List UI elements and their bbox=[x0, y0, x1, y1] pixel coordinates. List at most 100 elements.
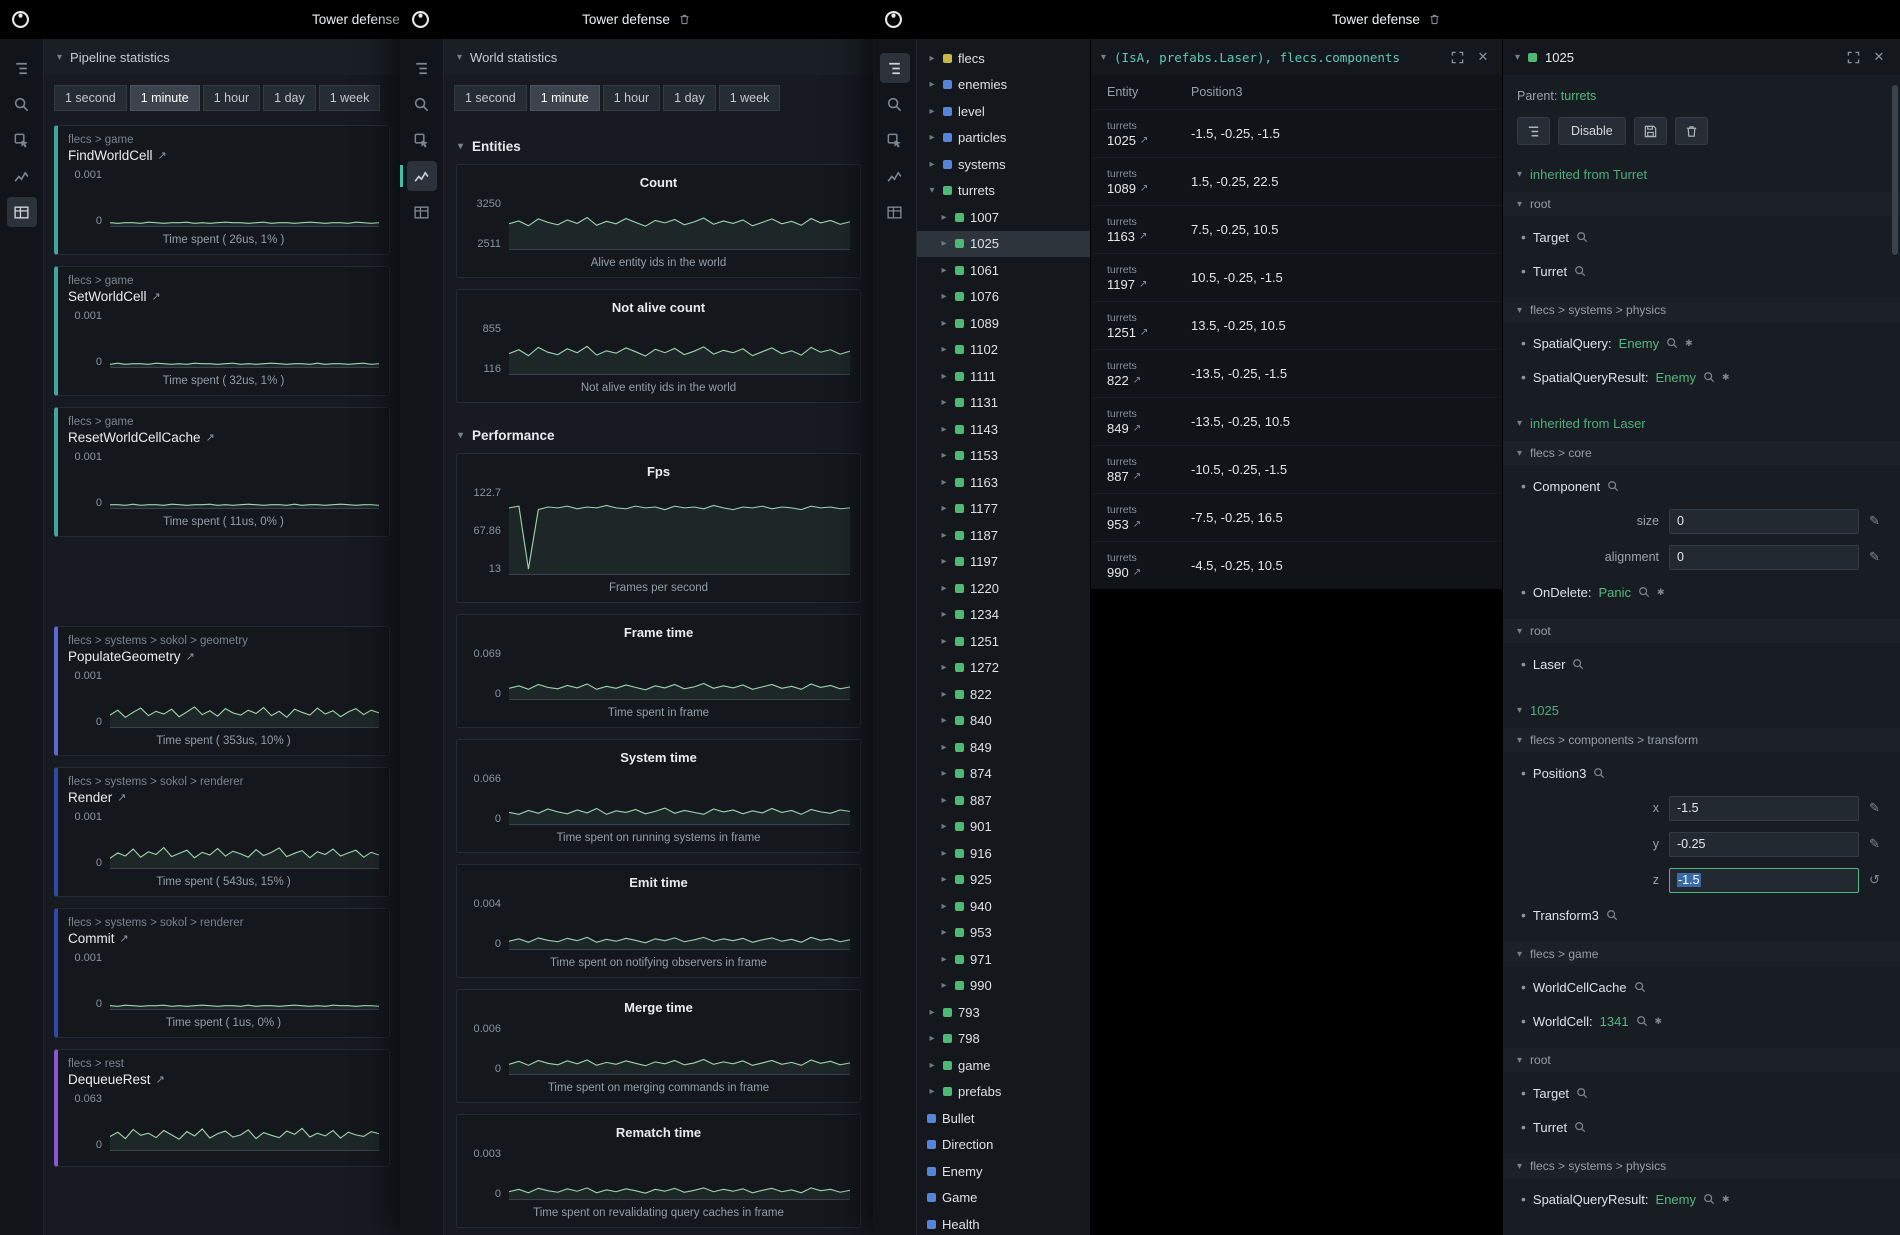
tree-item-953[interactable]: ▸953 bbox=[917, 920, 1090, 947]
delete-button[interactable] bbox=[1675, 117, 1708, 145]
query-result-row[interactable]: turrets1025↗-1.5, -0.25, -1.5 bbox=[1091, 109, 1502, 157]
tree-caret-icon[interactable]: ▸ bbox=[939, 556, 949, 567]
tree-caret-icon[interactable]: ▸ bbox=[927, 159, 937, 170]
search-icon[interactable] bbox=[1574, 1121, 1586, 1133]
tree-item-849[interactable]: ▸849 bbox=[917, 734, 1090, 761]
range-button-1-hour[interactable]: 1 hour bbox=[603, 85, 660, 111]
tree-item-1007[interactable]: ▸1007 bbox=[917, 204, 1090, 231]
tree-caret-icon[interactable]: ▸ bbox=[939, 530, 949, 541]
tree-caret-icon[interactable]: ▸ bbox=[927, 1033, 937, 1044]
tree-item-887[interactable]: ▸887 bbox=[917, 787, 1090, 814]
tree-item-940[interactable]: ▸940 bbox=[917, 893, 1090, 920]
tree-caret-icon[interactable]: ▸ bbox=[939, 503, 949, 514]
tree-caret-icon[interactable]: ▸ bbox=[927, 53, 937, 64]
tree-caret-icon[interactable]: ▸ bbox=[939, 477, 949, 488]
query-result-row[interactable]: turrets822↗-13.5, -0.25, -1.5 bbox=[1091, 349, 1502, 397]
tree-item-Enemy[interactable]: Enemy bbox=[917, 1158, 1090, 1185]
follow-icon[interactable]: ✱ bbox=[1685, 338, 1693, 349]
open-chart-icon[interactable]: ↗ bbox=[117, 791, 126, 804]
open-entity-icon[interactable]: ↗ bbox=[1133, 567, 1141, 578]
tree-item-Game[interactable]: Game bbox=[917, 1185, 1090, 1212]
component-value-link[interactable]: Panic bbox=[1598, 585, 1631, 600]
tree-item-1234[interactable]: ▸1234 bbox=[917, 602, 1090, 629]
tree-item-prefabs[interactable]: ▸prefabs bbox=[917, 1079, 1090, 1106]
search-icon[interactable] bbox=[1574, 265, 1586, 277]
field-input-x[interactable]: -1.5 bbox=[1669, 796, 1859, 821]
module-path-header[interactable]: ▾flecs > game bbox=[1503, 942, 1900, 966]
component-list-button[interactable] bbox=[1517, 117, 1550, 145]
chart-view-icon[interactable] bbox=[7, 161, 37, 191]
tree-caret-icon[interactable]: ▾ bbox=[927, 185, 937, 196]
tree-caret-icon[interactable]: ▸ bbox=[939, 318, 949, 329]
tree-caret-icon[interactable]: ▸ bbox=[939, 927, 949, 938]
tree-item-990[interactable]: ▸990 bbox=[917, 973, 1090, 1000]
range-button-1-second[interactable]: 1 second bbox=[454, 85, 527, 111]
tree-item-flecs[interactable]: ▸flecs bbox=[917, 45, 1090, 72]
tree-caret-icon[interactable]: ▸ bbox=[927, 1086, 937, 1097]
search-icon[interactable] bbox=[1576, 231, 1588, 243]
field-input-alignment[interactable]: 0 bbox=[1669, 545, 1859, 570]
query-result-row[interactable]: turrets1163↗7.5, -0.25, 10.5 bbox=[1091, 205, 1502, 253]
tree-item-1143[interactable]: ▸1143 bbox=[917, 416, 1090, 443]
field-input-size[interactable]: 0 bbox=[1669, 509, 1859, 534]
inspector-section-header[interactable]: ▾inherited from Laser bbox=[1517, 416, 1886, 431]
save-button[interactable] bbox=[1634, 117, 1667, 145]
open-entity-icon[interactable]: ↗ bbox=[1133, 423, 1141, 434]
search-icon[interactable] bbox=[1636, 1015, 1648, 1027]
panel-header[interactable]: ▾ Pipeline statistics bbox=[44, 39, 400, 75]
open-entity-icon[interactable]: ↗ bbox=[1139, 279, 1147, 290]
inspector-section-header[interactable]: ▾inherited from Turret bbox=[1517, 167, 1886, 182]
expand-icon[interactable] bbox=[1448, 48, 1466, 66]
open-chart-icon[interactable]: ↗ bbox=[186, 650, 195, 663]
module-path-header[interactable]: ▾flecs > systems > physics bbox=[1503, 298, 1900, 322]
component-value-link[interactable]: Enemy bbox=[1619, 336, 1659, 351]
tree-caret-icon[interactable]: ▸ bbox=[939, 397, 949, 408]
tree-item-1187[interactable]: ▸1187 bbox=[917, 522, 1090, 549]
query-result-row[interactable]: turrets1251↗13.5, -0.25, 10.5 bbox=[1091, 301, 1502, 349]
tree-item-874[interactable]: ▸874 bbox=[917, 761, 1090, 788]
search-icon[interactable] bbox=[880, 89, 910, 119]
search-icon[interactable] bbox=[1606, 909, 1618, 921]
tree-item-793[interactable]: ▸793 bbox=[917, 999, 1090, 1026]
tree-caret-icon[interactable]: ▸ bbox=[939, 742, 949, 753]
open-chart-icon[interactable]: ↗ bbox=[152, 290, 161, 303]
open-entity-icon[interactable]: ↗ bbox=[1140, 183, 1148, 194]
tree-caret-icon[interactable]: ▸ bbox=[939, 212, 949, 223]
open-chart-icon[interactable]: ↗ bbox=[158, 149, 167, 162]
search-icon[interactable] bbox=[1607, 480, 1619, 492]
tree-caret-icon[interactable]: ▸ bbox=[939, 795, 949, 806]
tree-caret-icon[interactable]: ▸ bbox=[939, 848, 949, 859]
tree-caret-icon[interactable]: ▸ bbox=[939, 901, 949, 912]
tree-caret-icon[interactable]: ▸ bbox=[939, 450, 949, 461]
tree-item-1220[interactable]: ▸1220 bbox=[917, 575, 1090, 602]
inspector-section-header[interactable]: ▾1025 bbox=[1517, 703, 1886, 718]
section-header[interactable]: ▾Performance bbox=[444, 414, 873, 453]
search-icon[interactable] bbox=[1666, 337, 1678, 349]
tree-caret-icon[interactable]: ▸ bbox=[927, 1007, 937, 1018]
module-path-header[interactable]: ▾flecs > systems > physics bbox=[1503, 1154, 1900, 1178]
tree-item-1111[interactable]: ▸1111 bbox=[917, 363, 1090, 390]
tree-item-Health[interactable]: Health bbox=[917, 1211, 1090, 1235]
range-button-1-day[interactable]: 1 day bbox=[663, 85, 716, 111]
range-button-1-day[interactable]: 1 day bbox=[263, 85, 316, 111]
tree-caret-icon[interactable]: ▸ bbox=[939, 424, 949, 435]
open-entity-icon[interactable]: ↗ bbox=[1133, 375, 1141, 386]
tree-caret-icon[interactable]: ▸ bbox=[927, 79, 937, 90]
follow-icon[interactable]: ✱ bbox=[1722, 1194, 1730, 1205]
query-result-row[interactable]: turrets887↗-10.5, -0.25, -1.5 bbox=[1091, 445, 1502, 493]
revert-icon[interactable]: ↺ bbox=[1869, 872, 1880, 888]
tree-item-Bullet[interactable]: Bullet bbox=[917, 1105, 1090, 1132]
component-value-link[interactable]: Enemy bbox=[1656, 370, 1696, 385]
open-entity-icon[interactable]: ↗ bbox=[1140, 135, 1148, 146]
tree-item-systems[interactable]: ▸systems bbox=[917, 151, 1090, 178]
open-entity-icon[interactable]: ↗ bbox=[1133, 471, 1141, 482]
tree-item-1197[interactable]: ▸1197 bbox=[917, 549, 1090, 576]
query-result-row[interactable]: turrets990↗-4.5, -0.25, 10.5 bbox=[1091, 541, 1502, 589]
module-path-header[interactable]: ▾flecs > components > transform bbox=[1503, 728, 1900, 752]
module-path-header[interactable]: ▾root bbox=[1503, 619, 1900, 643]
tree-item-1102[interactable]: ▸1102 bbox=[917, 337, 1090, 364]
tree-item-1131[interactable]: ▸1131 bbox=[917, 390, 1090, 417]
tree-caret-icon[interactable]: ▸ bbox=[939, 265, 949, 276]
module-path-header[interactable]: ▾flecs > core bbox=[1503, 441, 1900, 465]
range-button-1-second[interactable]: 1 second bbox=[54, 85, 127, 111]
